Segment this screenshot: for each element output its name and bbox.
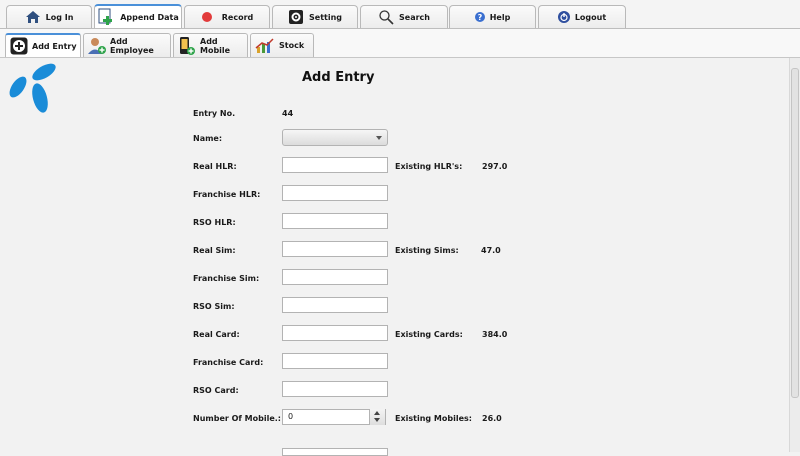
name-dropdown[interactable] [282, 129, 388, 146]
subtab-stock[interactable]: Stock [250, 33, 314, 57]
name-label: Name: [193, 134, 223, 143]
franchise-sim-label: Franchise Sim: [193, 274, 260, 283]
real-card-input[interactable] [282, 325, 388, 341]
franchise-sim-input[interactable] [282, 269, 388, 285]
vertical-scrollbar[interactable] [789, 58, 800, 452]
scrollbar-thumb[interactable] [791, 68, 799, 398]
tab-append-data-label: Append Data [120, 12, 179, 22]
subtab-add-employee-label: Add Employee [110, 36, 154, 55]
existing-hlr-label: Existing HLR's: [395, 162, 463, 171]
tab-search-label: Search [399, 12, 430, 22]
rso-hlr-input[interactable] [282, 213, 388, 229]
append-data-tab-bar: Add Entry Add Employee Add Mobile Stock [0, 29, 800, 58]
rso-hlr-label: RSO HLR: [193, 218, 236, 227]
tab-record[interactable]: Record [184, 5, 270, 28]
real-sim-label: Real Sim: [193, 246, 236, 255]
franchise-hlr-input[interactable] [282, 185, 388, 201]
subtab-add-mobile-label: Add Mobile [200, 36, 231, 55]
spinner-up-icon[interactable] [374, 411, 380, 415]
tab-logout-label: Logout [574, 12, 607, 22]
tab-search[interactable]: Search [360, 5, 448, 28]
chevron-down-icon [376, 136, 382, 140]
existing-sims-label: Existing Sims: [395, 246, 459, 255]
tab-record-label: Record [221, 12, 254, 22]
subtab-add-employee[interactable]: Add Employee [83, 33, 171, 57]
subtab-add-mobile[interactable]: Add Mobile [173, 33, 248, 57]
employee-icon [88, 37, 106, 55]
subtab-add-entry-label: Add Entry [32, 41, 77, 51]
rso-card-label: RSO Card: [193, 386, 239, 395]
existing-sims-value: 47.0 [481, 246, 501, 255]
existing-mobiles-label: Existing Mobiles: [395, 414, 472, 423]
rso-card-input[interactable] [282, 381, 388, 397]
franchise-card-input[interactable] [282, 353, 388, 369]
tab-append-data[interactable]: Append Data [94, 4, 182, 28]
existing-hlr-value: 297.0 [482, 162, 508, 171]
franchise-card-label: Franchise Card: [193, 358, 264, 367]
subtab-add-entry[interactable]: Add Entry [5, 33, 81, 57]
existing-mobiles-value: 26.0 [482, 414, 502, 423]
rso-sim-label: RSO Sim: [193, 302, 235, 311]
tab-setting-label: Setting [309, 12, 342, 22]
plus-icon [10, 37, 28, 55]
existing-cards-label: Existing Cards: [395, 330, 463, 339]
add-document-icon [97, 8, 115, 26]
tab-log-in[interactable]: Log In [6, 5, 92, 28]
existing-cards-value: 384.0 [482, 330, 508, 339]
real-hlr-label: Real HLR: [193, 162, 237, 171]
chart-icon [255, 37, 275, 54]
entry-no-value: 44 [282, 109, 294, 118]
spinner-buttons[interactable] [369, 409, 385, 425]
subtab-stock-label: Stock [279, 41, 305, 50]
svg-text:?: ? [477, 13, 482, 22]
entry-no-label: Entry No. [193, 109, 236, 118]
number-of-mobile-label: Number Of Mobile.: [193, 414, 282, 423]
real-sim-input[interactable] [282, 241, 388, 257]
mobile-icon [178, 36, 196, 56]
franchise-hlr-label: Franchise HLR: [193, 190, 261, 199]
real-hlr-input[interactable] [282, 157, 388, 173]
tab-help[interactable]: ? Help [449, 5, 536, 28]
tab-logout[interactable]: Logout [538, 5, 626, 28]
real-card-label: Real Card: [193, 330, 240, 339]
settings-icon [288, 9, 304, 25]
power-icon [557, 11, 570, 23]
record-icon [201, 9, 217, 25]
tab-log-in-label: Log In [45, 12, 74, 22]
spinner-down-icon[interactable] [374, 418, 380, 422]
search-icon [378, 9, 394, 25]
rso-sim-input[interactable] [282, 297, 388, 313]
tab-help-label: Help [489, 12, 511, 22]
brand-logo [6, 61, 58, 117]
main-tab-bar: Log In Append Data Record Setting Search… [0, 0, 800, 29]
add-entry-panel [0, 58, 790, 452]
tab-setting[interactable]: Setting [272, 5, 358, 28]
form-title: Add Entry [302, 70, 375, 85]
home-icon [25, 9, 41, 25]
help-icon: ? [474, 12, 485, 22]
next-field-partial[interactable] [282, 448, 388, 456]
